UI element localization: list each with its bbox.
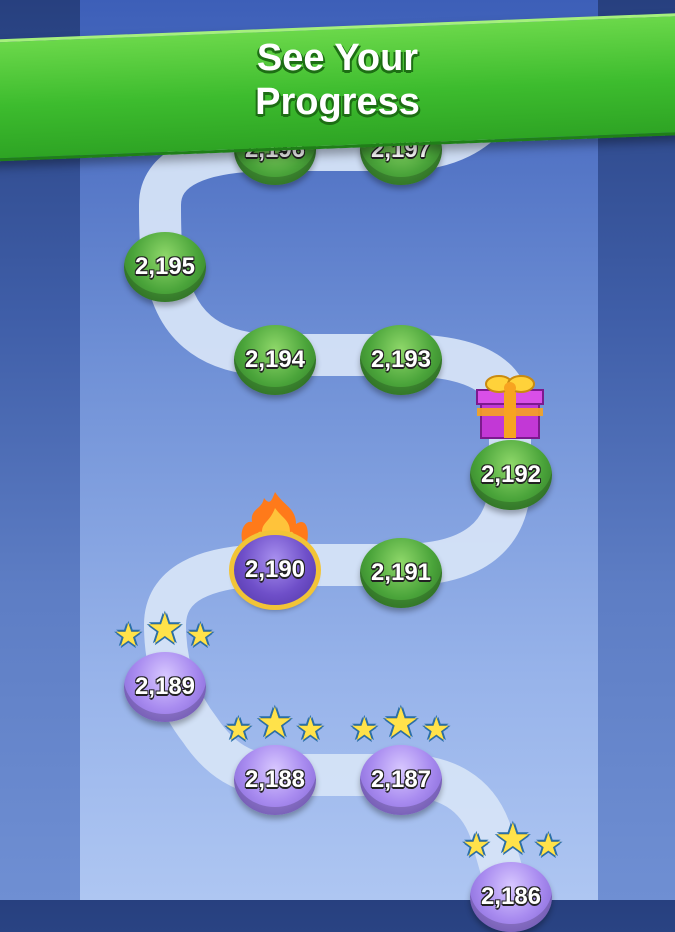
level-number: 2,189 [134, 673, 196, 700]
level-node[interactable]: 2,192 [470, 440, 552, 510]
level-node[interactable]: 2,194 [234, 325, 316, 395]
star-rating: ★ ★ ★ [112, 605, 222, 656]
star-icon: ★ [422, 711, 451, 747]
star-icon: ★ [224, 711, 253, 747]
star-icon: ★ [114, 617, 143, 653]
star-icon: ★ [494, 815, 532, 862]
level-node-current[interactable]: 2,190 [234, 535, 316, 605]
level-node[interactable]: 2,188 [234, 745, 316, 815]
star-rating: ★ ★ ★ [348, 699, 458, 750]
star-rating: ★ ★ ★ [460, 815, 570, 866]
level-number: 2,188 [244, 766, 306, 793]
star-icon: ★ [382, 699, 420, 746]
banner-line-2: Progress [255, 81, 420, 123]
level-number: 2,190 [244, 556, 306, 583]
level-node[interactable]: 2,195 [124, 232, 206, 302]
gift-box-icon[interactable] [475, 368, 545, 440]
level-number: 2,186 [480, 883, 542, 910]
star-rating: ★ ★ ★ [222, 699, 332, 750]
level-number: 2,195 [134, 253, 196, 280]
star-icon: ★ [462, 827, 491, 863]
star-icon: ★ [534, 827, 563, 863]
star-icon: ★ [146, 605, 184, 652]
level-node[interactable]: 2,189 [124, 652, 206, 722]
level-number: 2,192 [480, 461, 542, 488]
level-node[interactable]: 2,186 [470, 862, 552, 932]
banner-title: See Your Progress [0, 36, 675, 124]
star-icon: ★ [186, 617, 215, 653]
star-icon: ★ [350, 711, 379, 747]
star-icon: ★ [256, 699, 294, 746]
banner-line-1: See Your [256, 37, 419, 79]
level-node[interactable]: 2,193 [360, 325, 442, 395]
level-number: 2,191 [370, 559, 432, 586]
level-node[interactable]: 2,187 [360, 745, 442, 815]
level-node[interactable]: 2,191 [360, 538, 442, 608]
star-icon: ★ [296, 711, 325, 747]
level-number: 2,187 [370, 766, 432, 793]
level-number: 2,193 [370, 346, 432, 373]
level-number: 2,194 [244, 346, 306, 373]
